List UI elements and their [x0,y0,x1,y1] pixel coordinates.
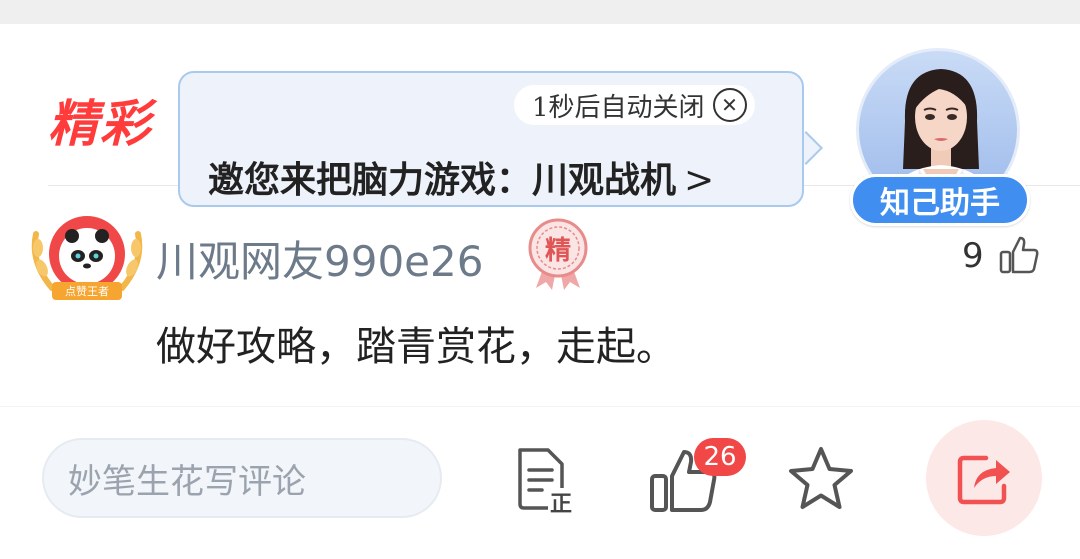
section-title: 精彩 [48,94,152,153]
game-invite-popup[interactable]: 1秒后自动关闭 ✕ 邀您来把脑力游戏：川观战机 > [178,71,804,207]
close-icon[interactable]: ✕ [712,88,747,122]
comment-input[interactable]: 妙笔生花写评论 [42,438,442,518]
game-invite-text: 邀您来把脑力游戏：川观战机 [208,159,677,201]
avatar-caption: 点赞王者 [65,285,109,298]
comment-text: 做好攻略，踏青赏花，走起。 [156,324,676,370]
share-button[interactable] [926,420,1042,536]
game-invite-link[interactable]: 邀您来把脑力游戏：川观战机 > [208,151,714,203]
comment-username[interactable]: 川观网友990e26 [156,228,483,289]
star-icon[interactable] [786,444,856,514]
top-strip [0,0,1080,24]
document-icon[interactable]: 正 [512,446,580,517]
elite-badge-text: 精 [544,236,571,266]
assistant-badge[interactable]: 知己助手 [850,174,1030,226]
document-badge: 正 [550,491,573,517]
like-count-badge: 26 [694,438,746,476]
share-icon [957,455,1010,505]
user-avatar[interactable]: 点赞王者 [26,210,148,306]
thumbs-up-icon[interactable] [998,234,1040,276]
comment-like-count: 9 [962,236,984,276]
elite-badge: 精 [524,218,592,290]
auto-close-label: 1秒后自动关闭 [532,92,705,123]
chevron-right-icon: > [684,160,715,201]
auto-close-timer[interactable]: 1秒后自动关闭 ✕ [514,85,755,125]
